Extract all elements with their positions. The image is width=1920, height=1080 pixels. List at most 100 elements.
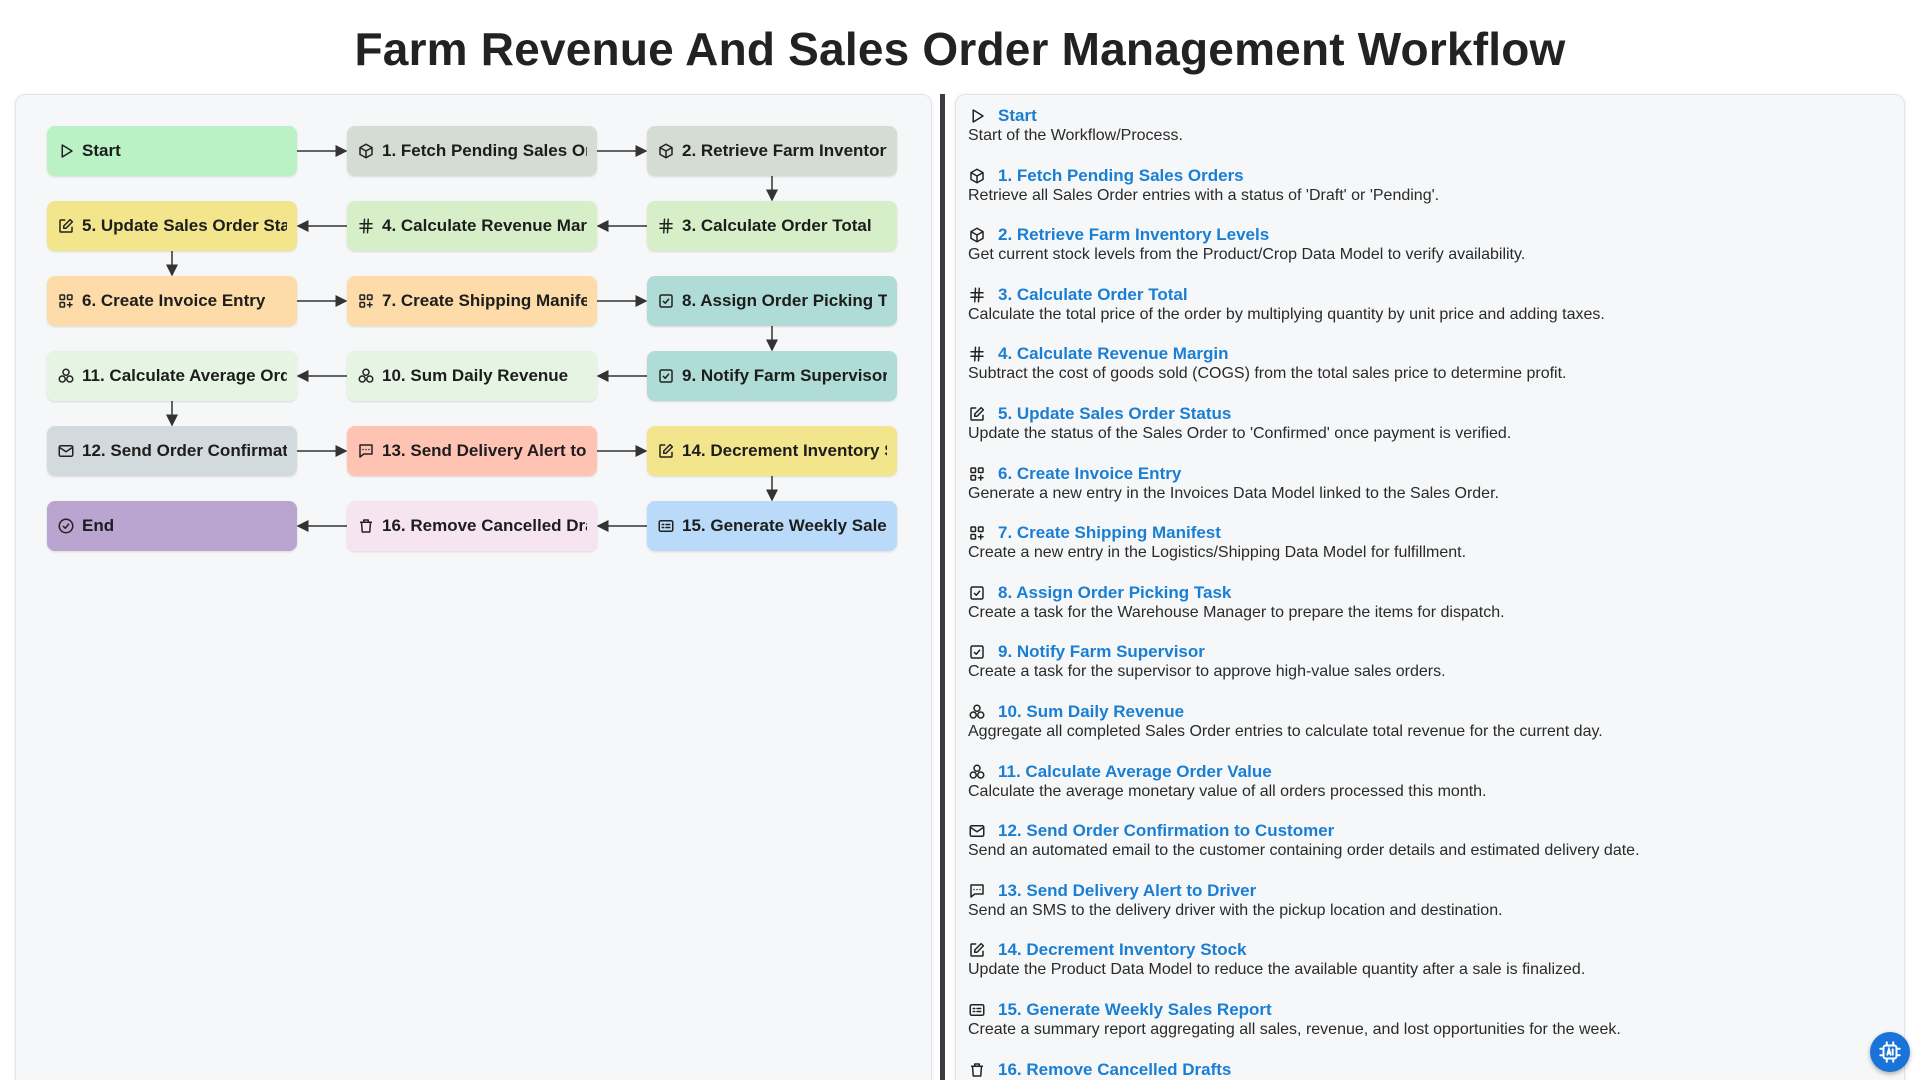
step-item: 12. Send Order Confirmation to Customer S… [968, 820, 1888, 860]
step-item: 1. Fetch Pending Sales Orders Retrieve al… [968, 165, 1888, 205]
step-header: 5. Update Sales Order Status [968, 403, 1888, 425]
flow-node-label: End [82, 516, 115, 535]
hash-icon [357, 217, 375, 235]
grid-plus-icon [357, 292, 375, 310]
step-item: 6. Create Invoice Entry Generate a new en… [968, 463, 1888, 503]
play-icon [57, 142, 75, 160]
flow-node-n5[interactable]: 5. Update Sales Order Statu [47, 201, 297, 251]
step-title-link[interactable]: 9. Notify Farm Supervisor [998, 642, 1205, 662]
grid-plus-icon [57, 292, 75, 310]
step-title-link[interactable]: 1. Fetch Pending Sales Orders [998, 166, 1244, 186]
step-title-link[interactable]: 15. Generate Weekly Sales Report [998, 1000, 1272, 1020]
flow-node-n16[interactable]: 16. Remove Cancelled Draf [347, 501, 597, 551]
step-item: Start Start of the Workflow/Process. [968, 105, 1888, 145]
flow-node-n13[interactable]: 13. Send Delivery Alert to D [347, 426, 597, 476]
step-description: Get current stock levels from the Produc… [968, 246, 1526, 264]
step-header: 2. Retrieve Farm Inventory Levels [968, 224, 1888, 246]
step-title-link[interactable]: 13. Send Delivery Alert to Driver [998, 881, 1256, 901]
step-description: Calculate the total price of the order b… [968, 305, 1605, 323]
flow-node-n11[interactable]: 11. Calculate Average Orde [47, 351, 297, 401]
flow-node-n2[interactable]: 2. Retrieve Farm Inventory [647, 126, 897, 176]
check-square-icon [657, 292, 675, 310]
step-description: Generate a new entry in the Invoices Dat… [968, 484, 1499, 502]
flow-node-n1[interactable]: 1. Fetch Pending Sales Ord [347, 126, 597, 176]
step-header: 11. Calculate Average Order Value [968, 761, 1888, 783]
edit-icon [657, 442, 675, 460]
flow-node-label: 10. Sum Daily Revenue [382, 366, 569, 385]
report-icon [657, 517, 675, 535]
step-title-link[interactable]: 8. Assign Order Picking Task [998, 583, 1231, 603]
cube-icon [357, 142, 375, 160]
flow-node-label: 13. Send Delivery Alert to D [382, 441, 587, 460]
step-item: 15. Generate Weekly Sales Report Create a… [968, 999, 1888, 1039]
step-header: 10. Sum Daily Revenue [968, 701, 1888, 723]
step-header: 13. Send Delivery Alert to Driver [968, 880, 1888, 902]
step-description: Create a task for the supervisor to appr… [968, 663, 1446, 681]
check-square-icon [968, 643, 986, 661]
step-title-link[interactable]: 14. Decrement Inventory Stock [998, 940, 1246, 960]
step-title-link[interactable]: 10. Sum Daily Revenue [998, 702, 1184, 722]
step-header: Start [968, 105, 1888, 127]
step-item: 7. Create Shipping Manifest Create a new … [968, 522, 1888, 562]
step-title-link[interactable]: 11. Calculate Average Order Value [998, 762, 1272, 782]
trash-icon [357, 517, 375, 535]
circles-icon [968, 763, 986, 781]
step-description: Create a task for the Warehouse Manager … [968, 603, 1505, 621]
step-header: 8. Assign Order Picking Task [968, 582, 1888, 604]
step-title-link[interactable]: 12. Send Order Confirmation to Customer [998, 821, 1334, 841]
step-header: 9. Notify Farm Supervisor [968, 641, 1888, 663]
cube-icon [968, 226, 986, 244]
step-description: Subtract the cost of goods sold (COGS) f… [968, 365, 1567, 383]
message-icon [968, 882, 986, 900]
hash-icon [968, 345, 986, 363]
step-title-link[interactable]: 7. Create Shipping Manifest [998, 523, 1221, 543]
flow-node-n4[interactable]: 4. Calculate Revenue Margi [347, 201, 597, 251]
flow-node-end[interactable]: End [47, 501, 297, 551]
flow-node-n7[interactable]: 7. Create Shipping Manifes [347, 276, 597, 326]
flow-node-start[interactable]: Start [47, 126, 297, 176]
step-description: Update the Product Data Model to reduce … [968, 961, 1586, 979]
step-title-link[interactable]: Start [998, 106, 1037, 126]
step-item: 11. Calculate Average Order Value Calcula… [968, 761, 1888, 801]
flow-node-label: 3. Calculate Order Total [682, 216, 872, 235]
flow-node-n6[interactable]: 6. Create Invoice Entry [47, 276, 297, 326]
flow-node-label: 1. Fetch Pending Sales Ord [382, 141, 587, 160]
step-header: 3. Calculate Order Total [968, 284, 1888, 306]
hash-icon [968, 286, 986, 304]
grid-plus-icon [968, 465, 986, 483]
flow-node-n15[interactable]: 15. Generate Weekly Sales [647, 501, 897, 551]
step-header: 15. Generate Weekly Sales Report [968, 999, 1888, 1021]
step-item: 4. Calculate Revenue Margin Subtract the … [968, 343, 1888, 383]
edit-icon [968, 941, 986, 959]
circles-icon [357, 367, 375, 385]
flow-node-label: 2. Retrieve Farm Inventory [682, 141, 887, 160]
flow-node-n9[interactable]: 9. Notify Farm Supervisor [647, 351, 897, 401]
step-list-panel: Start Start of the Workflow/Process. 1. Fe… [955, 94, 1905, 1080]
step-description: Create a new entry in the Logistics/Ship… [968, 544, 1467, 562]
flow-node-n10[interactable]: 10. Sum Daily Revenue [347, 351, 597, 401]
step-item: 10. Sum Daily Revenue Aggregate all compl… [968, 701, 1888, 741]
flow-node-label: 6. Create Invoice Entry [82, 291, 266, 310]
step-title-link[interactable]: 2. Retrieve Farm Inventory Levels [998, 225, 1269, 245]
step-title-link[interactable]: 4. Calculate Revenue Margin [998, 344, 1229, 364]
step-item: 8. Assign Order Picking Task Create a tas… [968, 582, 1888, 622]
trash-icon [968, 1061, 986, 1079]
flow-node-n14[interactable]: 14. Decrement Inventory St [647, 426, 897, 476]
flow-node-n3[interactable]: 3. Calculate Order Total [647, 201, 897, 251]
step-title-link[interactable]: 6. Create Invoice Entry [998, 464, 1181, 484]
step-title-link[interactable]: 16. Remove Cancelled Drafts [998, 1060, 1231, 1080]
flow-node-n8[interactable]: 8. Assign Order Picking Tas [647, 276, 897, 326]
page-title: Farm Revenue And Sales Order Management … [354, 23, 1566, 75]
step-header: 16. Remove Cancelled Drafts [968, 1059, 1888, 1080]
panel-divider[interactable] [940, 94, 945, 1080]
flow-node-label: 9. Notify Farm Supervisor [682, 366, 887, 385]
hash-icon [657, 217, 675, 235]
flow-node-label: 7. Create Shipping Manifes [382, 291, 587, 310]
step-title-link[interactable]: 3. Calculate Order Total [998, 285, 1188, 305]
assistant-button[interactable] [1870, 1032, 1910, 1072]
step-description: Send an SMS to the delivery driver with … [968, 901, 1503, 919]
report-icon [968, 1001, 986, 1019]
flow-node-n12[interactable]: 12. Send Order Confirmatic [47, 426, 297, 476]
step-title-link[interactable]: 5. Update Sales Order Status [998, 404, 1231, 424]
flow-node-label: 16. Remove Cancelled Draf [382, 516, 587, 535]
